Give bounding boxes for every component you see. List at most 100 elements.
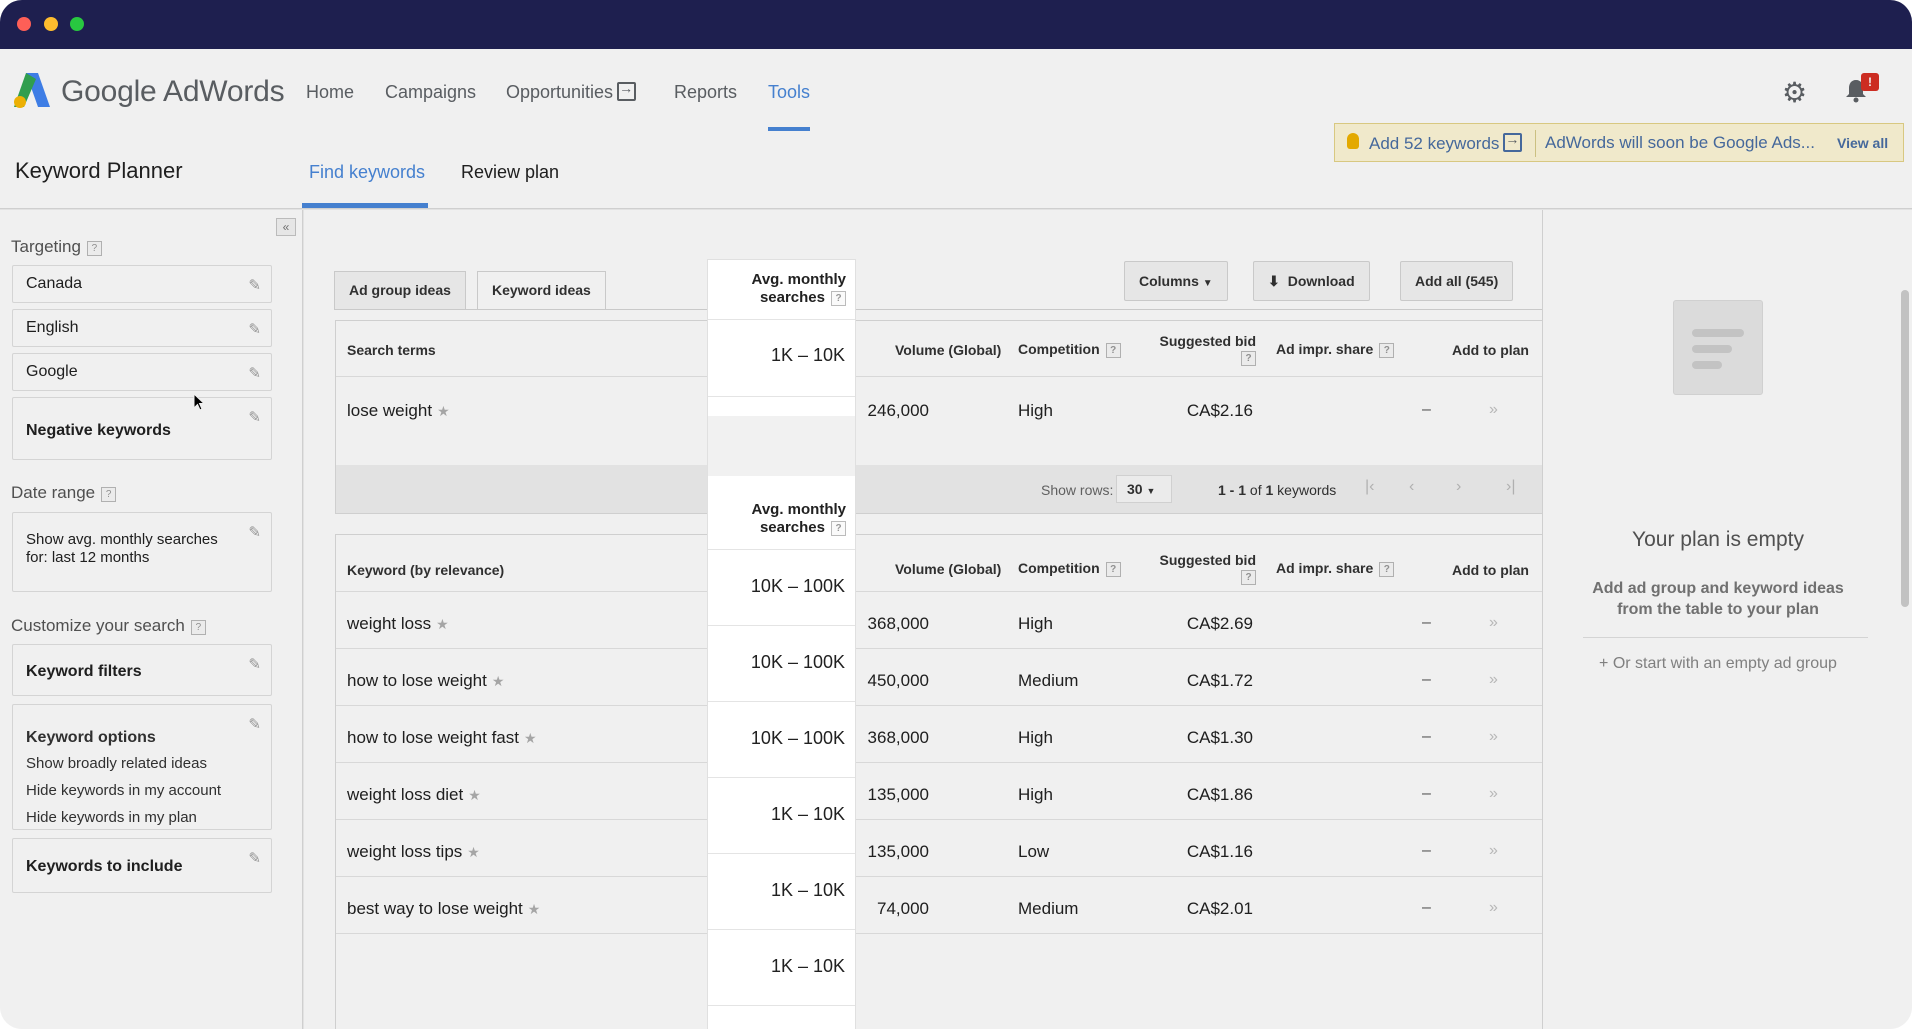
minimize-window-button[interactable]: [44, 17, 58, 31]
row-divider: [336, 648, 1542, 649]
nav-campaigns[interactable]: Campaigns: [385, 82, 476, 103]
impr-share-cell: –: [1422, 614, 1431, 631]
download-button[interactable]: ⬇ Download: [1253, 261, 1370, 301]
rows-per-page-select[interactable]: 30 ▼: [1116, 475, 1172, 503]
view-all-link[interactable]: View all: [1837, 135, 1888, 151]
next-page-button[interactable]: ›: [1456, 478, 1461, 496]
targeting-negative-keywords[interactable]: Negative keywords ✎: [12, 397, 272, 460]
help-icon[interactable]: ?: [1241, 351, 1256, 366]
column-header-volume: Volume (Global): [895, 342, 1002, 358]
collapse-sidebar-button[interactable]: «: [276, 218, 296, 236]
add-all-button[interactable]: Add all (545): [1400, 261, 1514, 301]
gear-icon[interactable]: ⚙: [1782, 76, 1807, 109]
pencil-icon[interactable]: ✎: [248, 849, 261, 867]
nav-opportunities[interactable]: Opportunities: [506, 80, 637, 103]
pencil-icon[interactable]: ✎: [248, 320, 261, 338]
help-icon[interactable]: ?: [1379, 343, 1395, 358]
first-page-button[interactable]: |‹: [1365, 478, 1374, 496]
add-keywords-link[interactable]: Add 52 keywords: [1369, 131, 1523, 154]
avg-header-line2: searches: [759, 289, 825, 306]
previous-page-button[interactable]: ‹: [1409, 478, 1414, 496]
columns-button[interactable]: Columns ▼: [1124, 261, 1228, 301]
star-icon[interactable]: ★: [528, 901, 541, 917]
last-page-button[interactable]: ›|: [1506, 478, 1515, 496]
help-icon[interactable]: ?: [101, 487, 117, 502]
star-icon[interactable]: ★: [524, 730, 537, 746]
keyword-filters[interactable]: Keyword filters ✎: [12, 644, 272, 696]
targeting-language[interactable]: English ✎: [12, 309, 272, 347]
tab-keyword-ideas[interactable]: Keyword ideas: [477, 271, 606, 310]
column-header-avg-monthly-searches: Avg. monthly searches?: [716, 501, 846, 537]
plan-icon-line: [1692, 329, 1744, 337]
targeting-network[interactable]: Google ✎: [12, 353, 272, 391]
help-icon[interactable]: ?: [190, 620, 206, 635]
keyword-text: weight loss tips: [347, 842, 463, 861]
scrollbar-thumb[interactable]: [1901, 290, 1909, 607]
pencil-icon[interactable]: ✎: [248, 523, 261, 541]
keyword-text: how to lose weight: [347, 671, 487, 690]
column-header-avg-monthly-searches: Avg. monthly searches?: [716, 271, 846, 307]
row-divider: [708, 319, 855, 320]
close-window-button[interactable]: [17, 17, 31, 31]
avg-searches-cell: 10K – 100K: [750, 652, 845, 672]
download-label: Download: [1287, 273, 1355, 289]
add-to-plan-button[interactable]: »: [1489, 401, 1498, 419]
help-icon[interactable]: ?: [831, 291, 846, 306]
help-icon[interactable]: ?: [831, 521, 846, 536]
targeting-location[interactable]: Canada ✎: [12, 265, 272, 303]
impr-share-cell: –: [1422, 671, 1431, 688]
star-icon[interactable]: ★: [467, 844, 480, 860]
tab-review-plan[interactable]: Review plan: [461, 162, 559, 183]
tab-find-keywords[interactable]: Find keywords: [309, 162, 425, 183]
pager-gap: [708, 416, 855, 476]
pencil-icon[interactable]: ✎: [248, 715, 261, 733]
maximize-window-button[interactable]: [70, 17, 84, 31]
app-window: Google AdWords Home Campaigns Opportunit…: [0, 0, 1912, 1029]
nav-tools[interactable]: Tools: [768, 82, 810, 103]
row-divider: [336, 762, 1542, 763]
help-icon[interactable]: ?: [1241, 570, 1256, 585]
date-range-selector[interactable]: Show avg. monthly searches for: last 12 m…: [12, 512, 272, 592]
add-to-plan-button[interactable]: »: [1489, 899, 1498, 917]
pencil-icon[interactable]: ✎: [248, 408, 261, 426]
add-to-plan-button[interactable]: »: [1489, 842, 1498, 860]
add-to-plan-button[interactable]: »: [1489, 785, 1498, 803]
column-header-impr-share: Ad impr. share?: [1276, 560, 1395, 577]
star-icon[interactable]: ★: [436, 616, 449, 632]
column-header-add-to-plan: Add to plan: [1452, 562, 1529, 578]
start-empty-ad-group-link[interactable]: + Or start with an empty ad group: [1543, 655, 1893, 673]
keyword-cell: weight loss ★: [347, 614, 449, 634]
help-icon[interactable]: ?: [1379, 562, 1395, 577]
star-icon[interactable]: ★: [437, 403, 450, 419]
star-icon[interactable]: ★: [492, 673, 505, 689]
add-to-plan-button[interactable]: »: [1489, 614, 1498, 632]
pencil-icon[interactable]: ✎: [248, 655, 261, 673]
sidebar: « Targeting? Canada ✎ English ✎ Google ✎…: [0, 210, 303, 1029]
keywords-to-include[interactable]: Keywords to include ✎: [12, 838, 272, 893]
adwords-notice-text[interactable]: AdWords will soon be Google Ads...: [1545, 133, 1815, 153]
keyword-cell: weight loss diet ★: [347, 785, 481, 805]
row-divider: [336, 819, 1542, 820]
nav-home[interactable]: Home: [306, 82, 354, 103]
brand-name: Google AdWords: [61, 75, 285, 108]
star-icon[interactable]: ★: [468, 787, 481, 803]
bid-cell: CA$2.69: [1186, 614, 1253, 633]
nav-reports[interactable]: Reports: [674, 82, 737, 103]
column-header-volume: Volume (Global): [895, 561, 1002, 577]
nav-opportunities-label: Opportunities: [506, 82, 614, 102]
date-range-line1: Show avg. monthly searches: [26, 531, 218, 548]
keyword-options[interactable]: Keyword options Show broadly related ide…: [12, 704, 272, 830]
rows-per-page-value: 30: [1127, 481, 1143, 497]
row-divider: [336, 705, 1542, 706]
result-count: 1 - 1 of 1 keywords: [1218, 482, 1336, 498]
tab-ad-group-ideas[interactable]: Ad group ideas: [334, 271, 466, 310]
pencil-icon[interactable]: ✎: [248, 364, 261, 382]
result-range: 1 - 1: [1218, 482, 1247, 498]
pencil-icon[interactable]: ✎: [248, 276, 261, 294]
bid-cell: CA$1.72: [1186, 671, 1253, 690]
add-to-plan-button[interactable]: »: [1489, 671, 1498, 689]
help-icon[interactable]: ?: [86, 241, 102, 256]
add-to-plan-button[interactable]: »: [1489, 728, 1498, 746]
competition-header-label: Competition: [1018, 341, 1100, 357]
avg-header-line2: searches: [759, 519, 825, 536]
